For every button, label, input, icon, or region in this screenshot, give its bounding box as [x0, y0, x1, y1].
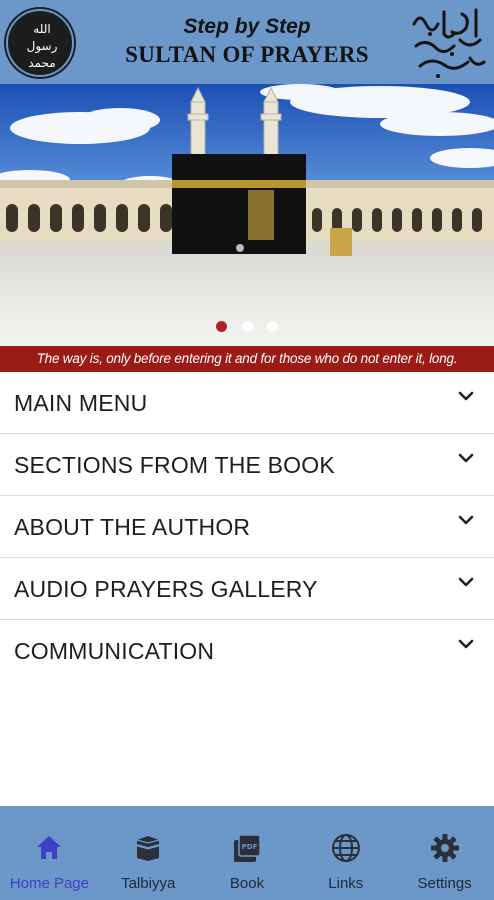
seal-icon: الله رسول محمد — [27, 22, 58, 70]
app-title: SULTAN OF PRAYERS — [125, 42, 369, 67]
nav-settings[interactable]: Settings — [395, 806, 494, 900]
pdf-icon: PDF — [233, 834, 261, 862]
menu-item-label: SECTIONS FROM THE BOOK — [14, 452, 335, 478]
nav-links[interactable]: Links — [296, 806, 395, 900]
slide-dot-3[interactable] — [266, 321, 278, 333]
prophet-seal-logo: الله رسول محمد — [6, 9, 74, 77]
menu-item-label: COMMUNICATION — [14, 638, 215, 664]
chevron-down-icon[interactable] — [458, 638, 474, 650]
seal-line-3: محمد — [28, 56, 55, 70]
nav-label-book: Book — [229, 875, 265, 892]
chevron-down-icon[interactable] — [458, 390, 474, 402]
slider-pagination — [0, 318, 494, 333]
bottom-navigation-bar: Home Page Talbiyya PDF Book Links Settin… — [0, 806, 494, 900]
menu-item-about-the-author[interactable]: ABOUT THE AUTHOR — [0, 496, 494, 558]
nav-home-page[interactable]: Home Page — [0, 806, 99, 900]
nav-label-settings: Settings — [417, 875, 472, 892]
menu-item-sections-from-the-book[interactable]: SECTIONS FROM THE BOOK — [0, 434, 494, 496]
menu-item-communication[interactable]: COMMUNICATION — [0, 620, 494, 682]
nav-book[interactable]: PDF Book — [198, 806, 297, 900]
menu-item-label: ABOUT THE AUTHOR — [14, 514, 251, 540]
home-icon — [37, 836, 62, 859]
globe-icon — [331, 834, 360, 862]
seal-line-2: رسول — [27, 39, 58, 54]
nav-label-links: Links — [328, 875, 364, 892]
gear-icon — [430, 834, 459, 862]
tagline-banner: The way is, only before entering it and … — [0, 346, 494, 372]
app-title-block: Step by Step SULTAN OF PRAYERS — [92, 14, 402, 70]
main-accordion-menu: MAIN MENU SECTIONS FROM THE BOOK ABOUT T… — [0, 372, 494, 682]
nav-label-talbiyya: Talbiyya — [121, 875, 176, 892]
nav-talbiyya[interactable]: Talbiyya — [99, 806, 198, 900]
kaaba-image — [0, 84, 494, 346]
kaaba-icon — [137, 836, 160, 861]
menu-item-label: MAIN MENU — [14, 390, 148, 416]
menu-item-label: AUDIO PRAYERS GALLERY — [14, 576, 318, 602]
menu-item-audio-prayers-gallery[interactable]: AUDIO PRAYERS GALLERY — [0, 558, 494, 620]
salawat-calligraphy-icon — [412, 8, 486, 78]
chevron-down-icon[interactable] — [458, 576, 474, 588]
nav-label-home: Home Page — [9, 875, 89, 892]
app-header: الله رسول محمد Step by Step SULTAN OF PR… — [0, 0, 494, 84]
svg-text:PDF: PDF — [242, 843, 258, 851]
menu-item-main-menu[interactable]: MAIN MENU — [0, 372, 494, 434]
chevron-down-icon[interactable] — [458, 514, 474, 526]
seal-line-1: الله — [33, 22, 50, 36]
app-subtitle: Step by Step — [183, 15, 311, 38]
chevron-down-icon[interactable] — [458, 452, 474, 464]
slide-dot-2[interactable] — [241, 321, 253, 333]
kaaba-banner-slider[interactable] — [0, 84, 494, 346]
slide-dot-1[interactable] — [216, 321, 228, 333]
